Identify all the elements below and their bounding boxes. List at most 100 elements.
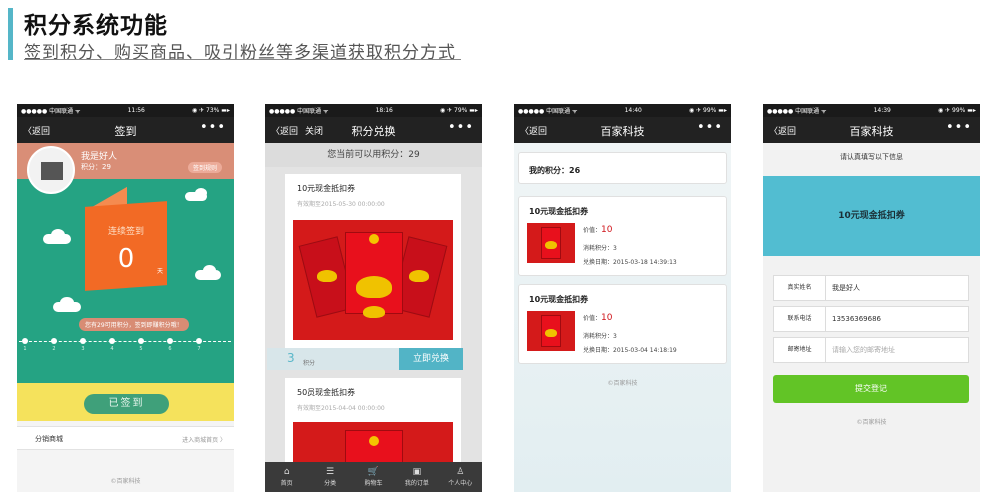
day-dot (138, 338, 144, 344)
field-label: 邮寄地址 (774, 338, 826, 362)
day-number: 3 (81, 346, 85, 352)
value-label: 价值： (583, 227, 602, 234)
exchange-record[interactable]: 10元现金抵扣券 价值：10 消耗积分：3 兑换日期：2015-03-04 14… (518, 284, 727, 364)
day-dot (167, 338, 173, 344)
signed-in-button[interactable]: 已签到 (84, 394, 169, 414)
more-icon[interactable]: ••• (946, 120, 972, 135)
phone-input[interactable]: 13536369686 (832, 307, 881, 331)
more-icon[interactable]: ••• (697, 120, 723, 135)
status-bar: ●●●●● 中国联通 ᯤ 14:40 ◉ ✈ 99% ▬▸ (514, 104, 731, 117)
page-header: 积分系统功能 签到积分、购买商品、吸引粉丝等多渠道获取积分方式 (0, 0, 981, 64)
nav-bar: 〈返回 签到 ••• (17, 117, 234, 143)
cart-icon: 🛒 (367, 467, 380, 477)
cloud-icon (60, 297, 74, 308)
status-bar: ●●●●● 中国联通 ᯤ 11:56 ◉ ✈ 73% ▬▸ (17, 104, 234, 117)
mall-list-item[interactable]: 分销商城 进入商城首页 〉 (17, 426, 234, 450)
field-label: 真实姓名 (774, 276, 826, 300)
gold-ingot-icon (363, 306, 385, 318)
status-bar: ●●●●● 中国联通 ᯤ 14:39 ◉ ✈ 99% ▬▸ (763, 104, 980, 117)
carrier-text: ●●●●● 中国联通 ᯤ (767, 108, 827, 115)
streak-value: 0 (117, 244, 135, 274)
phone-exchange-screen: ●●●●● 中国联通 ᯤ 18:16 ◉ ✈ 79% ▬▸ 〈返回 关闭 积分兑… (265, 104, 482, 492)
day-dot (109, 338, 115, 344)
envelope-center (345, 232, 403, 314)
category-icon: ☰ (326, 467, 335, 477)
footer-copyright: ©百家科技 (856, 419, 887, 426)
nav-bar: 〈返回 百家科技 ••• (763, 117, 980, 143)
nav-bar: 〈返回 关闭 积分兑换 ••• (265, 117, 482, 143)
user-name: 我是好人 (81, 152, 118, 162)
day-dot (196, 338, 202, 344)
more-icon[interactable]: ••• (200, 120, 226, 135)
value-amount: 10 (601, 313, 613, 323)
battery-text: ◉ ✈ 79% ▬▸ (439, 107, 478, 114)
day-number: 7 (197, 346, 201, 352)
status-bar: ●●●●● 中国联通 ᯤ 18:16 ◉ ✈ 79% ▬▸ (265, 104, 482, 117)
clock-text: 11:56 (127, 107, 145, 114)
coupon-title: 10元现金抵扣券 (297, 184, 356, 193)
redeem-now-button[interactable]: 立即兑换 (399, 348, 463, 370)
address-field[interactable]: 邮寄地址 请输入您的邮寄地址 (773, 337, 969, 363)
day-number: 6 (168, 346, 172, 352)
tab-orders[interactable]: ▣ 我的订单 (399, 467, 435, 487)
coupon-cost: 3 (287, 351, 295, 365)
day-number: 5 (139, 346, 143, 352)
gold-ingot-icon (317, 270, 337, 282)
home-icon: ⌂ (283, 467, 290, 477)
tab-label: 分类 (324, 480, 337, 487)
submit-button[interactable]: 提交登记 (773, 375, 969, 403)
avatar-image (41, 162, 63, 180)
clock-text: 14:39 (873, 107, 891, 114)
day-number: 2 (52, 346, 56, 352)
mall-label: 分销商城 (35, 435, 63, 443)
tab-cart[interactable]: 🛒 购物车 (355, 467, 391, 487)
phone-register-screen: ●●●●● 中国联通 ᯤ 14:39 ◉ ✈ 99% ▬▸ 〈返回 百家科技 •… (763, 104, 980, 492)
record-value: 价值：10 (583, 225, 612, 235)
exchange-record[interactable]: 10元现金抵扣券 价值：10 消耗积分：3 兑换日期：2015-03-18 14… (518, 196, 727, 276)
phone-field[interactable]: 联系电话 13536369686 (773, 306, 969, 332)
value-amount: 10 (601, 225, 613, 235)
my-points-text: 我的积分：26 (529, 166, 581, 175)
week-progress: 1 2 3 4 5 6 7 (19, 338, 231, 352)
day-dot (80, 338, 86, 344)
name-input[interactable]: 我是好人 (832, 276, 860, 300)
red-envelope-thumbnail (527, 223, 575, 263)
footer-copyright: ©百家科技 (607, 380, 638, 387)
footer-copyright: ©百家科技 (110, 478, 141, 485)
carrier-text: ●●●●● 中国联通 ᯤ (518, 108, 578, 115)
coupon-card[interactable]: 50员现金抵扣券 有效期至2015-04-04 00:00:00 (285, 378, 461, 468)
day-dot (51, 338, 57, 344)
carrier-text: ●●●●● 中国联通 ᯤ (269, 108, 329, 115)
user-points: 积分：29 (81, 163, 111, 171)
form-hint: 请认真填写以下信息 (840, 153, 903, 161)
cloud-icon (195, 188, 207, 198)
battery-text: ◉ ✈ 73% ▬▸ (191, 107, 230, 114)
envelope-seal (369, 436, 379, 446)
nav-bar: 〈返回 百家科技 ••• (514, 117, 731, 143)
gold-ingot-icon (356, 276, 392, 298)
signin-rule-button[interactable]: 签到规则 (187, 162, 222, 173)
coupon-cost-unit: 积分 (303, 360, 316, 367)
carrier-text: ●●●●● 中国联通 ᯤ (21, 108, 81, 115)
coupon-card[interactable]: 10元现金抵扣券 有效期至2015-05-30 00:00:00 (285, 174, 461, 348)
record-cost: 消耗积分：3 (583, 333, 617, 340)
address-input[interactable]: 请输入您的邮寄地址 (832, 338, 895, 362)
gold-ingot-icon (545, 329, 557, 337)
tab-category[interactable]: ☰ 分类 (312, 467, 348, 487)
name-field[interactable]: 真实姓名 我是好人 (773, 275, 969, 301)
coupon-title: 50员现金抵扣券 (297, 388, 356, 397)
tab-profile[interactable]: ♙ 个人中心 (442, 467, 478, 487)
user-icon: ♙ (456, 467, 465, 477)
envelope-seal (369, 234, 379, 244)
coupon-validity: 有效期至2015-04-04 00:00:00 (297, 405, 385, 412)
gold-ingot-icon (545, 241, 557, 249)
red-envelope-image (293, 220, 453, 340)
tab-label: 首页 (280, 480, 293, 487)
tab-label: 个人中心 (448, 480, 473, 487)
cloud-icon (51, 229, 65, 241)
mall-link[interactable]: 进入商城首页 〉 (182, 435, 226, 444)
avatar[interactable] (27, 146, 75, 194)
tab-home[interactable]: ⌂ 首页 (269, 467, 305, 487)
more-icon[interactable]: ••• (448, 120, 474, 135)
battery-text: ◉ ✈ 99% ▬▸ (688, 107, 727, 114)
